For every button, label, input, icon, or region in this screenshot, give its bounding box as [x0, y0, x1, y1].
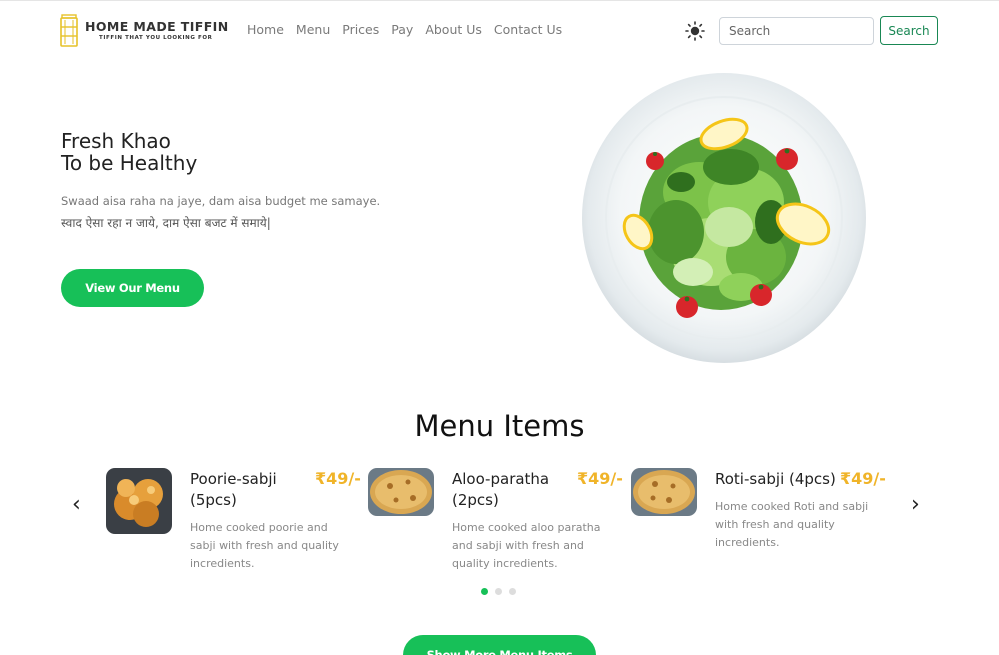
brand-tagline: TIFFIN THAT YOU LOOKING FOR — [99, 34, 213, 41]
tiffin-box-icon — [59, 14, 79, 47]
carousel-dot-1[interactable] — [481, 588, 488, 595]
roti-sabji-image — [631, 468, 697, 516]
menu-item-name: Roti-sabji (4pcs) — [715, 470, 836, 488]
menu-card-roti-sabji[interactable]: Roti-sabji (4pcs) ₹49/- Home cooked Roti… — [631, 468, 886, 578]
nav-link-home[interactable]: Home — [247, 22, 284, 37]
carousel-next-button[interactable]: › — [911, 492, 920, 518]
show-more-menu-button[interactable]: Show More Menu Items — [403, 635, 596, 655]
menu-item-price: ₹49/- — [315, 469, 361, 488]
hero-tagline-english: Swaad aisa raha na jaye, dam aisa budget… — [61, 194, 381, 208]
nav-link-about-us[interactable]: About Us — [425, 22, 482, 37]
aloo-paratha-image — [368, 468, 434, 516]
nav-link-prices[interactable]: Prices — [342, 22, 379, 37]
navbar: HOME MADE TIFFIN TIFFIN THAT YOU LOOKING… — [0, 1, 999, 57]
menu-item-description: Home cooked poorie and sabji with fresh … — [190, 521, 339, 570]
view-menu-button[interactable]: View Our Menu — [61, 269, 204, 307]
hero-tagline-hindi: स्वाद ऐसा रहा न जाये, दाम ऐसा बजट में सम… — [61, 216, 271, 230]
salad-plate-image — [581, 72, 868, 364]
nav-link-contact-us[interactable]: Contact Us — [494, 22, 562, 37]
menu-heading: Menu Items — [414, 409, 585, 443]
carousel-dot-3[interactable] — [509, 588, 516, 595]
hero-title-line1: Fresh Khao — [61, 129, 171, 153]
menu-item-description: Home cooked aloo paratha and sabji with … — [452, 521, 601, 570]
nav-link-pay[interactable]: Pay — [391, 22, 413, 37]
brand-name: HOME MADE TIFFIN — [85, 18, 229, 34]
menu-item-price: ₹49/- — [577, 469, 623, 488]
carousel-prev-button[interactable]: ‹ — [72, 492, 81, 518]
menu-card-poorie-sabji[interactable]: Poorie-sabji (5pcs) ₹49/- Home cooked po… — [106, 468, 361, 578]
menu-item-name: Poorie-sabji (5pcs) — [190, 470, 277, 509]
carousel-dot-2[interactable] — [495, 588, 502, 595]
carousel-indicators — [481, 588, 516, 595]
nav-link-menu[interactable]: Menu — [296, 22, 330, 37]
hero-title-line2: To be Healthy — [61, 151, 198, 175]
search-input[interactable] — [719, 17, 874, 45]
search-button[interactable]: Search — [880, 16, 938, 45]
menu-item-description: Home cooked Roti and sabji with fresh an… — [715, 500, 869, 549]
menu-item-price: ₹49/- — [840, 469, 886, 488]
hero-title: Fresh Khao To be Healthy — [61, 130, 197, 174]
brand-logo[interactable]: HOME MADE TIFFIN TIFFIN THAT YOU LOOKING… — [59, 14, 229, 47]
poorie-sabji-image — [106, 468, 172, 534]
menu-item-name: Aloo-paratha (2pcs) — [452, 470, 550, 509]
nav-links: Home Menu Prices Pay About Us Contact Us — [247, 22, 574, 37]
menu-card-aloo-paratha[interactable]: Aloo-paratha (2pcs) ₹49/- Home cooked al… — [368, 468, 623, 578]
sun-icon[interactable] — [684, 20, 706, 42]
